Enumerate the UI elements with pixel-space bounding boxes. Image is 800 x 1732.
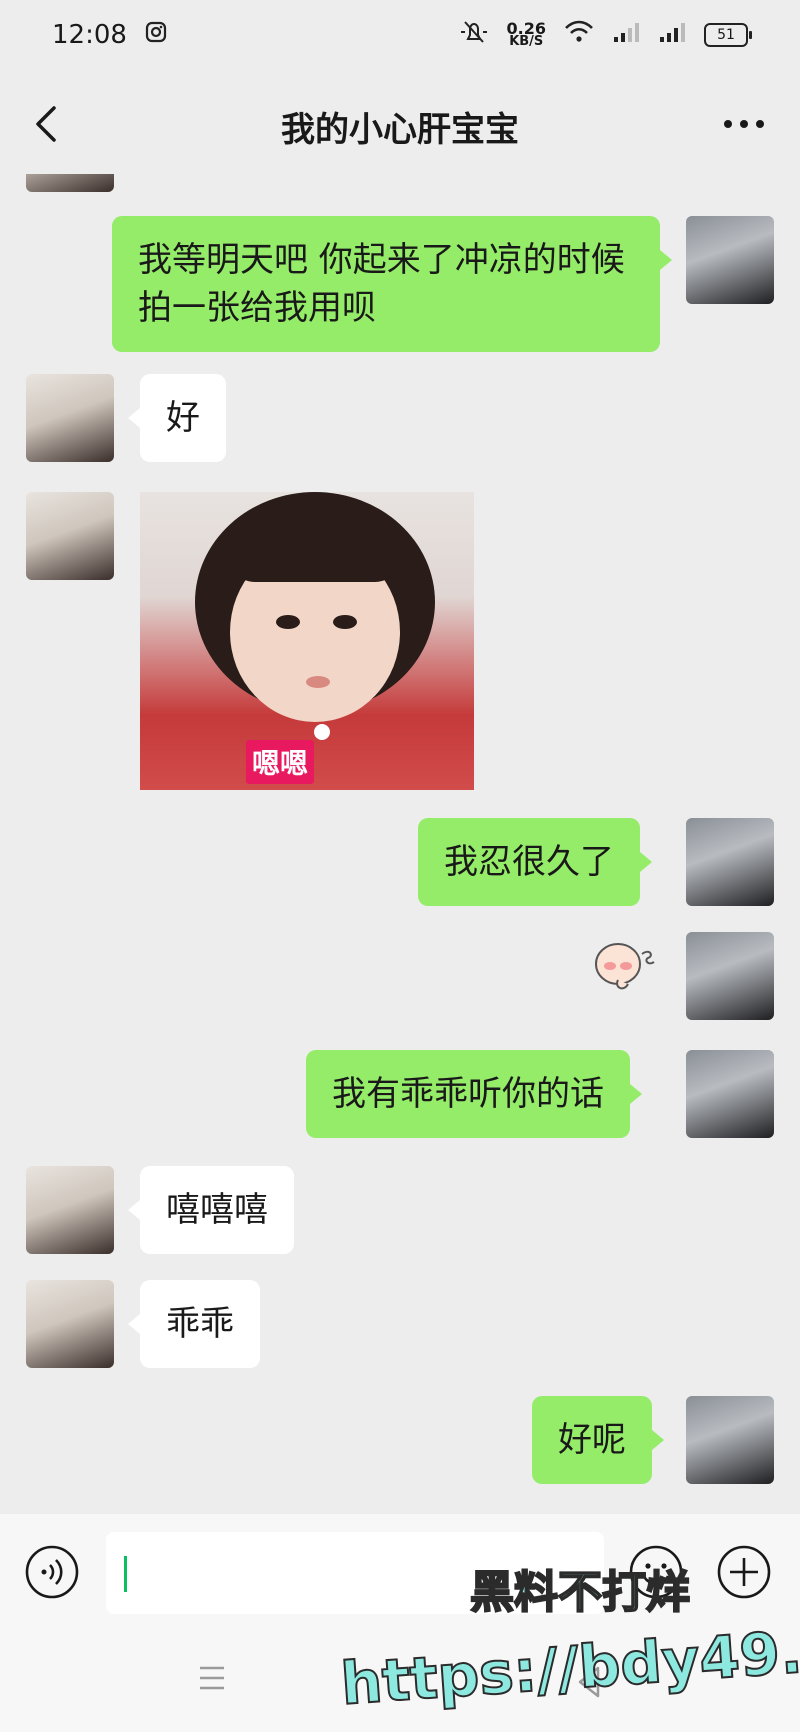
avatar-contact[interactable] [26,492,114,580]
message-bubble-self[interactable]: 我等明天吧 你起来了冲凉的时候拍一张给我用呗 [112,216,672,352]
avatar-self[interactable] [686,216,774,304]
avatar-self[interactable] [686,1050,774,1138]
instagram-icon [145,20,167,50]
message-bubble-contact[interactable]: 嘻嘻嘻 [128,1166,294,1254]
avatar-contact[interactable] [26,374,114,462]
watermark-line1: 黑料不打烊 [469,1566,691,1618]
text-caret [124,1556,127,1592]
peach-shy-icon[interactable] [590,932,660,996]
battery-indicator: 51 [704,23,752,47]
net-speed: 0.26 KB/S [507,21,546,49]
avatar-contact[interactable] [26,1166,114,1254]
more-button[interactable] [720,108,768,140]
message-list[interactable]: 我等明天吧 你起来了冲凉的时候拍一张给我用呗 好 嗯嗯 我忍很久了 我有乖乖听你… [0,174,800,1514]
avatar-self[interactable] [686,1396,774,1484]
avatar-self[interactable] [686,932,774,1020]
avatar-contact[interactable] [26,174,114,192]
back-button[interactable] [24,100,72,148]
message-bubble-self[interactable]: 我忍很久了 [418,818,652,906]
status-time: 12:08 [52,20,127,50]
more-dots-icon [724,120,764,128]
net-speed-unit: KB/S [509,34,544,49]
chat-header: 我的小心肝宝宝 [0,78,800,174]
sticker-image[interactable]: 嗯嗯 [140,492,474,790]
avatar-contact[interactable] [26,1280,114,1368]
avatar-self[interactable] [686,818,774,906]
battery-level: 51 [717,27,735,43]
signal-icon [612,20,640,50]
message-bubble-self[interactable]: 好呢 [532,1396,664,1484]
message-bubble-contact[interactable]: 好 [128,374,226,462]
voice-icon [25,1545,79,1599]
mute-icon [459,19,489,52]
message-bubble-contact[interactable]: 乖乖 [128,1280,260,1368]
nav-menu-button[interactable] [192,1658,232,1698]
chevron-left-icon [36,106,56,142]
status-bar: 12:08 0.26 KB/S 51 [0,0,800,70]
signal-icon [658,20,686,50]
voice-button[interactable] [24,1544,80,1600]
chat-title: 我的小心肝宝宝 [281,109,519,150]
wifi-icon [564,20,594,51]
watermark: 黑料不打烊 https://bdy49.co [338,1566,800,1718]
sticker-caption: 嗯嗯 [245,740,315,784]
message-bubble-self[interactable]: 我有乖乖听你的话 [306,1050,642,1138]
menu-icon [200,1666,224,1690]
